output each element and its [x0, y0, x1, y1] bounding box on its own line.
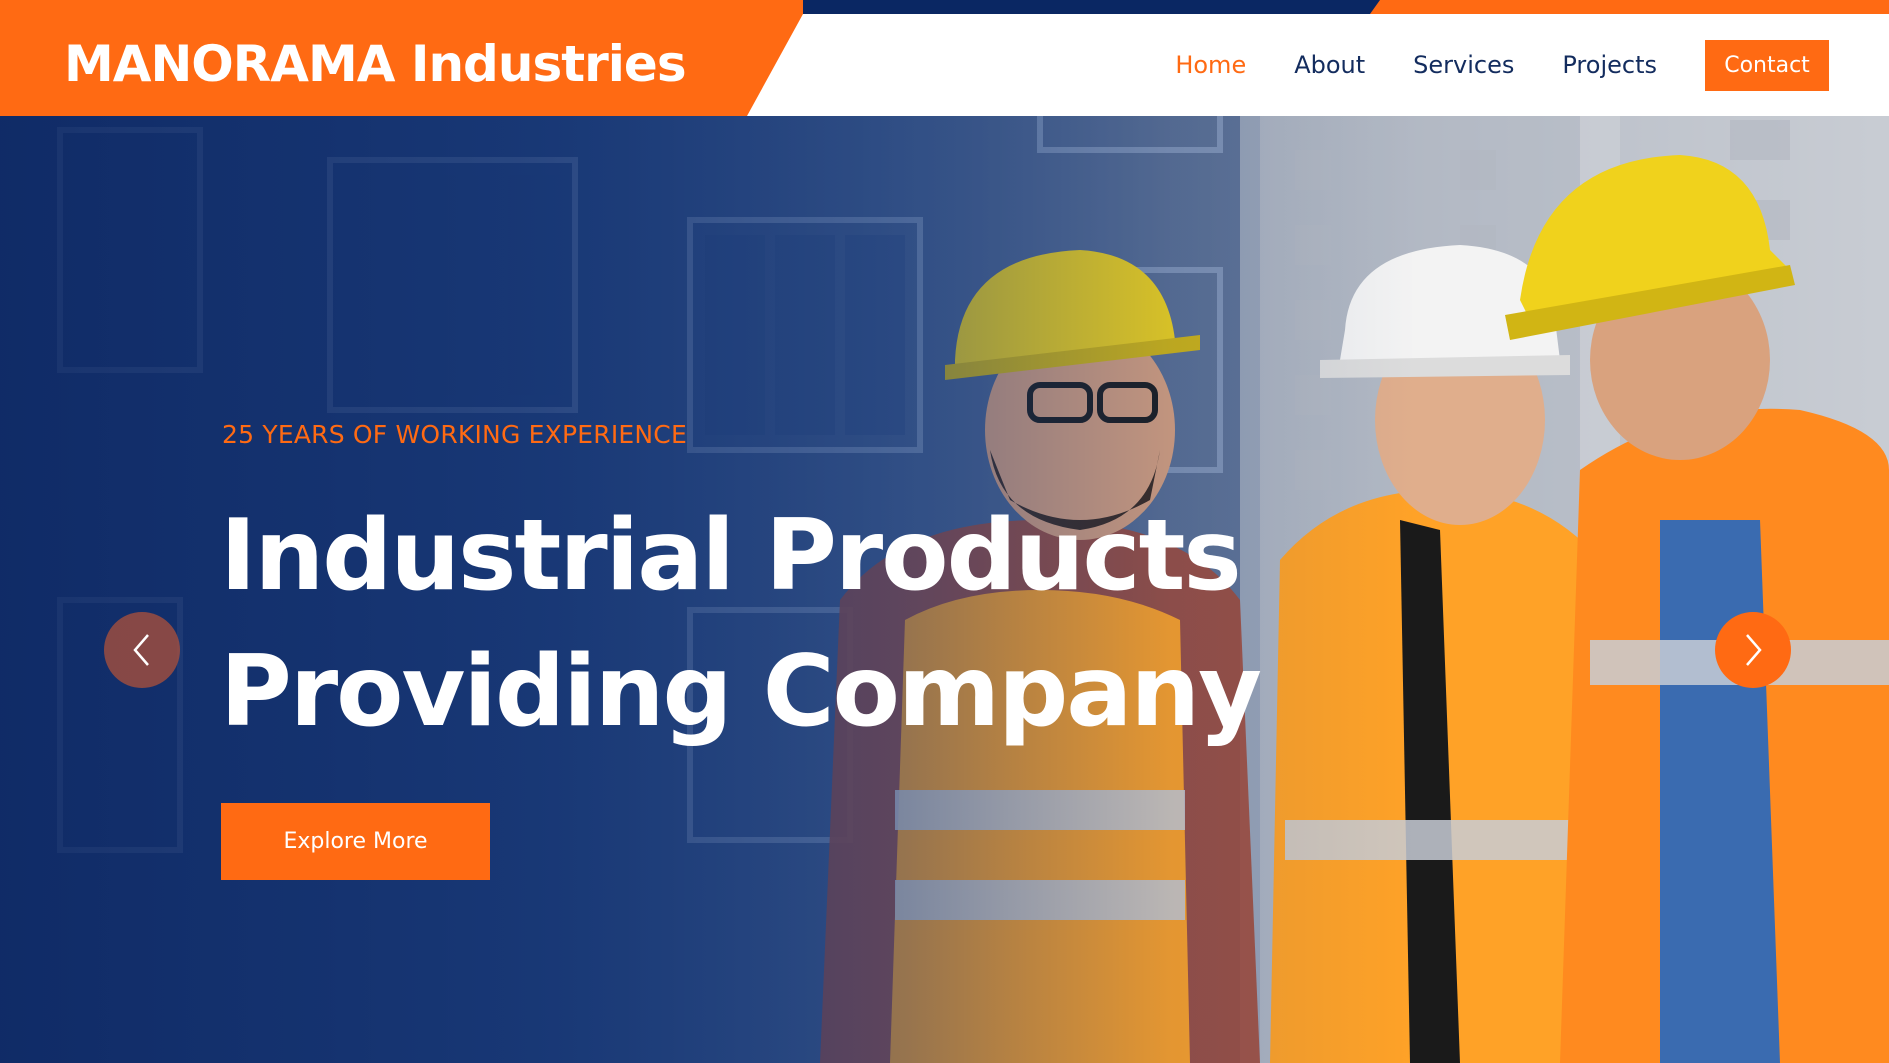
nav-home[interactable]: Home: [1175, 51, 1246, 79]
chevron-left-icon: [133, 634, 149, 666]
hero-title-line-2: Providing Company: [220, 635, 1262, 749]
page: MANORAMA Industries Home About Services …: [0, 0, 1889, 1063]
hero-title-line-1: Industrial Products: [220, 499, 1242, 613]
main-nav: Home About Services Projects Contact: [1127, 39, 1889, 91]
hero-eyebrow: 25 YEARS OF WORKING EXPERIENCE: [222, 420, 687, 449]
nav-services[interactable]: Services: [1413, 51, 1514, 79]
nav-projects[interactable]: Projects: [1562, 51, 1657, 79]
carousel-prev-button[interactable]: [104, 612, 180, 688]
explore-more-button[interactable]: Explore More: [221, 803, 490, 880]
brand-box-top: [0, 0, 803, 14]
contact-button[interactable]: Contact: [1705, 39, 1829, 91]
carousel-next-button[interactable]: [1715, 612, 1791, 688]
nav-about[interactable]: About: [1294, 51, 1365, 79]
hero-title: Industrial Products Providing Company: [220, 488, 1380, 760]
top-accent-orange: [1370, 0, 1889, 14]
chevron-right-icon: [1746, 634, 1762, 666]
brand-logo-text[interactable]: MANORAMA Industries: [64, 28, 687, 100]
